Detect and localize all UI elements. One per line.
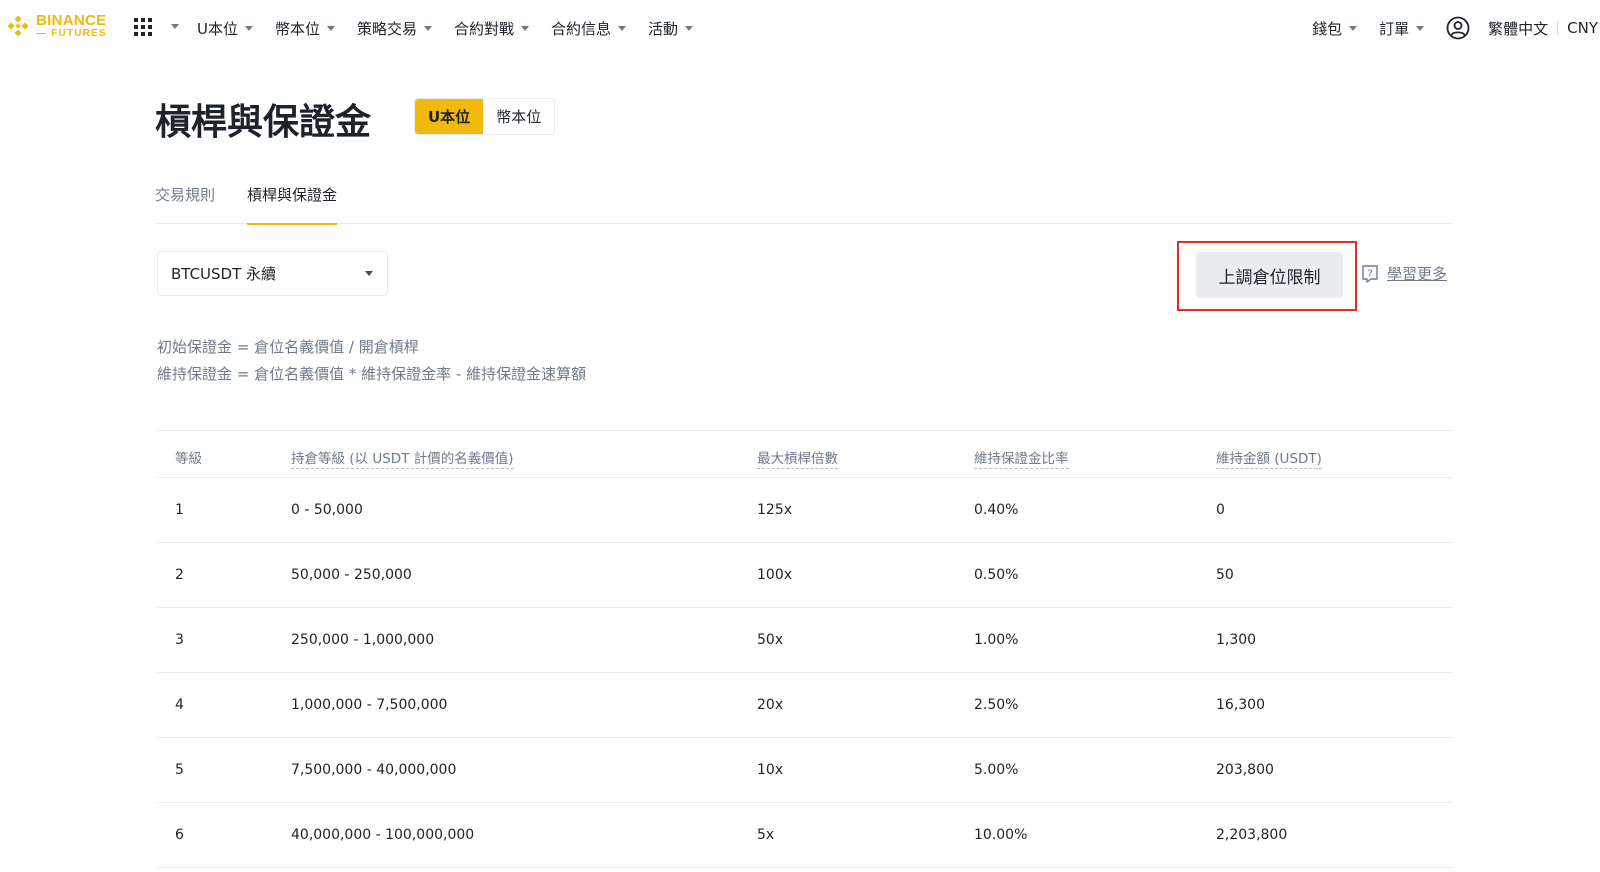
nav-item-battle[interactable]: 合約對戰 bbox=[454, 16, 530, 40]
chevron-down-icon bbox=[618, 25, 627, 31]
cell-rate: 1.00% bbox=[974, 632, 1019, 648]
cell-rate: 0.50% bbox=[974, 567, 1019, 583]
header-position-bracket[interactable]: 持倉等級 (以 USDT 計價的名義價值) bbox=[291, 447, 514, 469]
table-row: 6 40,000,000 - 100,000,000 5x 10.00% 2,2… bbox=[157, 803, 1452, 868]
binance-futures-logo[interactable]: BINANCE — FUTURES bbox=[4, 12, 107, 40]
cell-bracket: 1,000,000 - 7,500,000 bbox=[291, 697, 448, 713]
cell-amount: 0 bbox=[1216, 502, 1225, 518]
table-row: 1 0 - 50,000 125x 0.40% 0 bbox=[157, 478, 1452, 543]
cell-leverage: 50x bbox=[757, 632, 784, 648]
user-circle-icon[interactable] bbox=[1446, 16, 1470, 40]
initial-margin-formula: 初始保證金 = 倉位名義價值 / 開倉槓桿 bbox=[157, 338, 419, 356]
table-row: 2 50,000 - 250,000 100x 0.50% 50 bbox=[157, 543, 1452, 608]
nav-item-strategy[interactable]: 策略交易 bbox=[357, 16, 433, 40]
cell-rate: 5.00% bbox=[974, 762, 1019, 778]
chevron-down-icon bbox=[424, 25, 433, 31]
margin-type-toggle: U本位 幣本位 bbox=[414, 98, 556, 135]
cell-leverage: 125x bbox=[757, 502, 793, 518]
cell-amount: 16,300 bbox=[1216, 697, 1265, 713]
nav-item-coin-m[interactable]: 幣本位 bbox=[275, 16, 335, 40]
leverage-tier-table: 等級 持倉等級 (以 USDT 計價的名義價值) 最大槓桿倍數 維持保證金比率 … bbox=[157, 430, 1452, 868]
cell-tier: 2 bbox=[175, 567, 184, 583]
chevron-down-icon[interactable] bbox=[171, 24, 179, 29]
cell-leverage: 5x bbox=[757, 827, 775, 843]
table-header: 等級 持倉等級 (以 USDT 計價的名義價值) 最大槓桿倍數 維持保證金比率 … bbox=[157, 430, 1452, 478]
nav-item-events[interactable]: 活動 bbox=[648, 16, 694, 40]
cell-rate: 0.40% bbox=[974, 502, 1019, 518]
header-maintenance-amount[interactable]: 維持金額 (USDT) bbox=[1216, 447, 1322, 469]
svg-text:?: ? bbox=[1367, 269, 1372, 280]
chevron-down-icon bbox=[327, 25, 335, 31]
segment-usdt-m[interactable]: U本位 bbox=[415, 99, 484, 134]
cell-leverage: 20x bbox=[757, 697, 784, 713]
learn-more-link[interactable]: 學習更多 bbox=[1387, 263, 1447, 284]
cell-bracket: 7,500,000 - 40,000,000 bbox=[291, 762, 457, 778]
nav-item-usdt-m[interactable]: U本位 bbox=[197, 16, 253, 40]
header-maintenance-rate[interactable]: 維持保證金比率 bbox=[974, 447, 1069, 469]
brand-sub: — FUTURES bbox=[36, 28, 107, 39]
cell-tier: 4 bbox=[175, 697, 184, 713]
cell-tier: 5 bbox=[175, 762, 184, 778]
raise-position-limit-button[interactable]: 上調倉位限制 bbox=[1196, 252, 1343, 298]
cell-rate: 10.00% bbox=[974, 827, 1028, 843]
cell-amount: 203,800 bbox=[1216, 762, 1274, 778]
main-menu: U本位 幣本位 策略交易 合約對戰 合約信息 活動 bbox=[197, 16, 715, 40]
cell-bracket: 50,000 - 250,000 bbox=[291, 567, 412, 583]
nav-item-info[interactable]: 合約信息 bbox=[551, 16, 627, 40]
cell-rate: 2.50% bbox=[974, 697, 1019, 713]
cell-leverage: 10x bbox=[757, 762, 784, 778]
nav-right: 錢包 訂單 繁體中文 CNY bbox=[1312, 16, 1600, 40]
chevron-down-icon bbox=[365, 271, 373, 276]
cell-bracket: 40,000,000 - 100,000,000 bbox=[291, 827, 475, 843]
top-navigation: BINANCE — FUTURES U本位 幣本位 策略交易 合約對戰 合約信息… bbox=[0, 0, 1600, 56]
wallet-menu[interactable]: 錢包 bbox=[1312, 16, 1358, 40]
chevron-down-icon bbox=[685, 25, 694, 31]
chevron-down-icon bbox=[244, 25, 253, 31]
tab-leverage-margin[interactable]: 槓桿與保證金 bbox=[247, 184, 338, 225]
grid-icon[interactable] bbox=[134, 18, 152, 36]
cell-tier: 3 bbox=[175, 632, 184, 648]
cell-amount: 50 bbox=[1216, 567, 1234, 583]
cell-tier: 6 bbox=[175, 827, 184, 843]
symbol-select[interactable]: BTCUSDT 永續 bbox=[157, 251, 388, 296]
tabs: 交易規則 槓桿與保證金 bbox=[155, 184, 1452, 225]
binance-logo-icon bbox=[7, 15, 29, 37]
orders-menu[interactable]: 訂單 bbox=[1379, 16, 1425, 40]
language-selector[interactable]: 繁體中文 bbox=[1488, 18, 1548, 39]
currency-selector[interactable]: CNY bbox=[1567, 19, 1598, 37]
brand-name: BINANCE bbox=[36, 12, 107, 29]
tab-trading-rules[interactable]: 交易規則 bbox=[155, 184, 215, 224]
page-title: 槓桿與保證金 bbox=[155, 102, 372, 143]
divider bbox=[1557, 21, 1559, 35]
cell-leverage: 100x bbox=[757, 567, 793, 583]
table-row: 5 7,500,000 - 40,000,000 10x 5.00% 203,8… bbox=[157, 738, 1452, 803]
cell-tier: 1 bbox=[175, 502, 184, 518]
cell-bracket: 0 - 50,000 bbox=[291, 502, 363, 518]
maintenance-margin-formula: 維持保證金 = 倉位名義價值 * 維持保證金率 - 維持保證金速算額 bbox=[157, 365, 587, 383]
cell-amount: 1,300 bbox=[1216, 632, 1257, 648]
chevron-down-icon bbox=[521, 25, 530, 31]
chevron-down-icon bbox=[1416, 25, 1425, 31]
table-row: 4 1,000,000 - 7,500,000 20x 2.50% 16,300 bbox=[157, 673, 1452, 738]
header-max-leverage[interactable]: 最大槓桿倍數 bbox=[757, 447, 838, 469]
table-row: 3 250,000 - 1,000,000 50x 1.00% 1,300 bbox=[157, 608, 1452, 673]
symbol-select-value: BTCUSDT 永續 bbox=[171, 265, 277, 283]
segment-coin-m[interactable]: 幣本位 bbox=[483, 99, 555, 134]
cell-amount: 2,203,800 bbox=[1216, 827, 1288, 843]
chevron-down-icon bbox=[1349, 25, 1358, 31]
header-tier: 等級 bbox=[175, 451, 202, 467]
help-icon[interactable]: ? bbox=[1360, 264, 1380, 284]
cell-bracket: 250,000 - 1,000,000 bbox=[291, 632, 435, 648]
